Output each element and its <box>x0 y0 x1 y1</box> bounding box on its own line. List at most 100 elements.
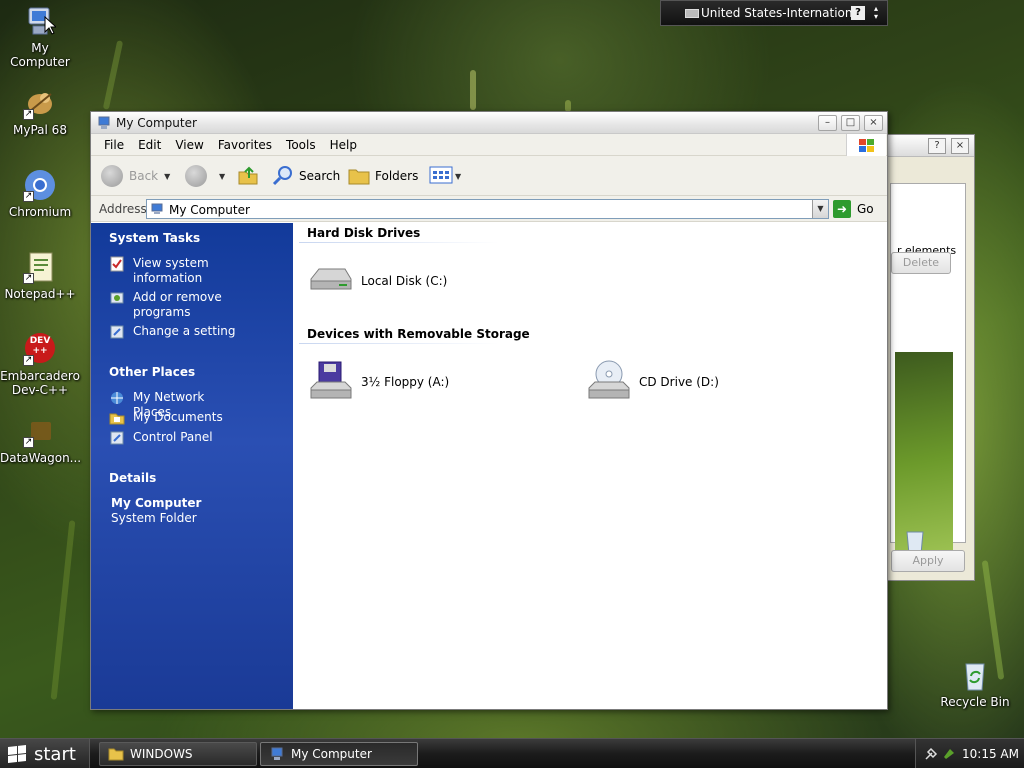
search-button[interactable]: Search <box>271 164 340 188</box>
address-bar: Address My Computer ▼ ➜ Go <box>91 196 887 222</box>
desktop-icon-mypal[interactable]: ↗ MyPal 68 <box>0 86 80 137</box>
menu-view[interactable]: View <box>168 138 210 152</box>
close-button[interactable]: × <box>864 115 883 131</box>
address-field[interactable]: My Computer ▼ <box>146 199 829 219</box>
devcpp-icon: DEV ++ ↗ <box>23 332 57 366</box>
task-label: View system information <box>133 256 209 285</box>
shortcut-arrow-icon: ↗ <box>23 437 34 448</box>
menu-favorites[interactable]: Favorites <box>211 138 279 152</box>
desktop-icon-datawagon[interactable]: ↗ DataWagon... <box>0 414 81 465</box>
taskbar: start WINDOWS My Computer 10:15 AM <box>0 738 1024 768</box>
desktop-icon-chromium[interactable]: ↗ Chromium <box>0 168 80 219</box>
folder-icon <box>108 747 124 761</box>
start-label: start <box>34 743 76 765</box>
language-bar[interactable]: United States-International ? ▴ ▾ <box>660 0 888 26</box>
my-computer-icon <box>269 747 285 761</box>
dialog-help-button[interactable]: ? <box>928 138 946 154</box>
cd-drive-icon <box>585 358 633 406</box>
notepadpp-icon: ↗ <box>23 250 57 284</box>
maximize-button[interactable]: □ <box>841 115 860 131</box>
shortcut-arrow-icon: ↗ <box>23 191 34 202</box>
drive-label: Local Disk (C:) <box>361 274 448 288</box>
task-label: Add or remove programs <box>133 290 222 319</box>
details-name: My Computer <box>111 496 202 510</box>
drive-label: 3½ Floppy (A:) <box>361 375 450 389</box>
my-computer-window: My Computer – □ × File Edit View Favorit… <box>90 111 888 710</box>
system-tasks-heading[interactable]: System Tasks <box>109 231 200 245</box>
group-heading-hard-disk-drives: Hard Disk Drives <box>307 226 421 240</box>
desktop-icon-recycle-bin[interactable]: Recycle Bin <box>935 658 1015 709</box>
go-button[interactable]: ➜ Go <box>833 199 874 219</box>
views-button[interactable]: ▼ <box>429 164 461 188</box>
go-arrow-icon: ➜ <box>833 200 851 218</box>
folders-button[interactable]: Folders <box>347 164 418 188</box>
dialog-apply-button[interactable]: Apply <box>891 550 965 572</box>
windows-flag-icon <box>846 134 886 156</box>
menu-help[interactable]: Help <box>323 138 364 152</box>
language-label: United States-International <box>701 6 864 20</box>
window-titlebar[interactable]: My Computer – □ × <box>91 112 887 134</box>
details-type: System Folder <box>111 511 197 525</box>
chevron-down-icon[interactable]: ▼ <box>219 172 225 181</box>
up-button[interactable] <box>237 164 259 188</box>
recycle-bin-icon <box>958 658 992 692</box>
shortcut-arrow-icon: ↗ <box>23 273 34 284</box>
desktop-icon-my-computer[interactable]: My Computer <box>0 4 80 69</box>
task-pane: System Tasks View system information Add… <box>91 223 293 709</box>
background-dialog-titlebar: ? × <box>886 135 974 157</box>
minimize-button[interactable]: – <box>818 115 837 131</box>
tray-safely-remove-icon[interactable] <box>942 747 956 761</box>
language-bar-options-icon[interactable]: ▴ ▾ <box>874 5 882 22</box>
menu-file[interactable]: File <box>97 138 131 152</box>
dialog-close-button[interactable]: × <box>951 138 969 154</box>
start-button[interactable]: start <box>0 739 90 768</box>
chevron-down-icon[interactable]: ▼ <box>164 172 170 181</box>
clock[interactable]: 10:15 AM <box>962 747 1019 761</box>
toolbar: Back ▼ ▼ Search Folders ▼ <box>91 156 887 196</box>
desktop-icon-notepadpp[interactable]: ↗ Notepad++ <box>0 250 80 301</box>
folders-icon <box>347 164 371 189</box>
task-change-setting[interactable]: Change a setting <box>109 324 243 340</box>
other-places-heading[interactable]: Other Places <box>109 365 195 379</box>
hard-disk-icon <box>307 257 355 305</box>
desktop-icon-label: MyPal 68 <box>13 123 67 137</box>
desktop-icon-devcpp[interactable]: DEV ++ ↗ Embarcadero Dev-C++ <box>0 332 80 397</box>
drive-local-disk-c[interactable]: Local Disk (C:) <box>307 257 447 305</box>
details-heading[interactable]: Details <box>109 471 156 485</box>
taskbar-button-windows[interactable]: WINDOWS <box>99 742 257 766</box>
forward-button[interactable]: ▼ <box>185 164 225 188</box>
system-tray: 10:15 AM <box>915 739 1024 768</box>
chevron-down-icon[interactable]: ▼ <box>455 172 461 181</box>
back-arrow-icon <box>101 165 123 187</box>
menu-edit[interactable]: Edit <box>131 138 168 152</box>
task-add-remove-programs[interactable]: Add or remove programs <box>109 290 243 320</box>
search-icon <box>271 164 295 189</box>
place-label: My Documents <box>133 410 223 424</box>
add-remove-programs-icon <box>109 290 125 306</box>
back-button[interactable]: Back ▼ <box>101 164 170 188</box>
language-help-button[interactable]: ? <box>851 6 865 20</box>
system-info-icon <box>109 256 125 272</box>
folders-label: Folders <box>375 169 419 183</box>
drive-cd-d[interactable]: CD Drive (D:) <box>585 358 719 406</box>
place-control-panel[interactable]: Control Panel <box>109 430 243 446</box>
place-label: Control Panel <box>133 430 213 444</box>
menu-tools[interactable]: Tools <box>279 138 323 152</box>
drive-floppy-a[interactable]: 3½ Floppy (A:) <box>307 358 449 406</box>
desktop-icon-label: Embarcadero Dev-C++ <box>0 369 80 397</box>
background-dialog: ? × r elements Delete Apply <box>885 134 975 581</box>
tray-tools-icon[interactable] <box>924 747 938 761</box>
shortcut-arrow-icon: ↗ <box>23 109 34 120</box>
task-view-system-information[interactable]: View system information <box>109 256 243 286</box>
forward-arrow-icon <box>185 165 207 187</box>
taskbar-button-my-computer[interactable]: My Computer <box>260 742 418 766</box>
group-divider <box>299 343 499 344</box>
place-my-documents[interactable]: My Documents <box>109 410 243 426</box>
drive-label: CD Drive (D:) <box>639 375 719 389</box>
floppy-drive-icon <box>307 358 355 406</box>
chromium-icon: ↗ <box>23 168 57 202</box>
address-dropdown-button[interactable]: ▼ <box>812 200 828 218</box>
desktop-icon-label: Chromium <box>8 205 72 219</box>
control-panel-icon <box>109 324 125 340</box>
dialog-delete-button[interactable]: Delete <box>891 252 951 274</box>
